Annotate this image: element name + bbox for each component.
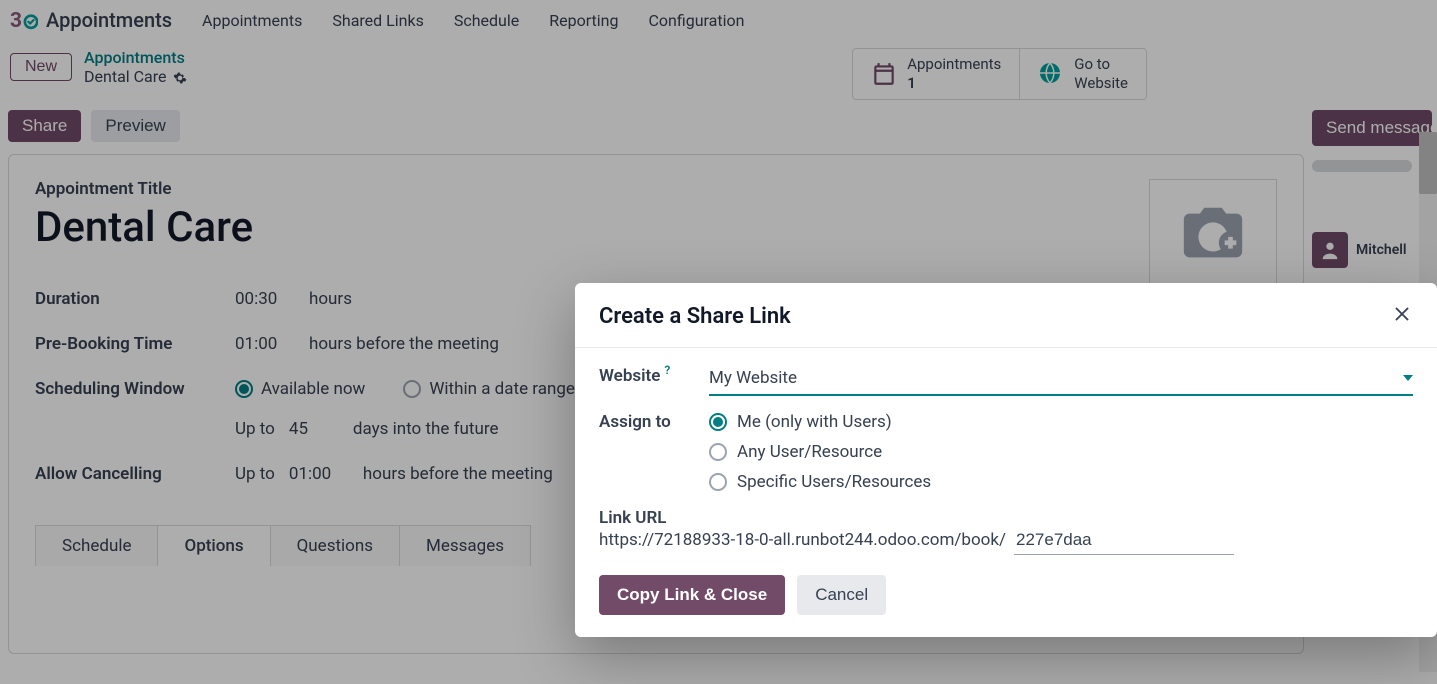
chevron-down-icon [1403, 375, 1413, 381]
radio-icon [709, 413, 727, 431]
assign-to-options: Me (only with Users) Any User/Resource S… [709, 412, 1413, 492]
radio-icon [709, 473, 727, 491]
website-select[interactable]: My Website [709, 366, 1413, 396]
share-link-modal: Create a Share Link Website ? My Website… [575, 283, 1437, 637]
cancel-button[interactable]: Cancel [797, 575, 886, 615]
link-url-slug-input[interactable] [1014, 530, 1234, 555]
help-icon[interactable]: ? [664, 363, 670, 377]
assign-opt-me[interactable]: Me (only with Users) [709, 412, 1413, 432]
modal-title: Create a Share Link [599, 304, 791, 329]
assign-opt-specific-label: Specific Users/Resources [737, 472, 931, 492]
link-url-label: Link URL [599, 508, 1413, 528]
website-label-text: Website [599, 366, 660, 386]
close-icon[interactable] [1391, 303, 1413, 329]
assign-opt-specific[interactable]: Specific Users/Resources [709, 472, 1413, 492]
assign-opt-any[interactable]: Any User/Resource [709, 442, 1413, 462]
link-url-section: Link URL https://72188933-18-0-all.runbo… [599, 508, 1413, 555]
radio-icon [709, 443, 727, 461]
website-value: My Website [709, 368, 797, 388]
website-label: Website ? [599, 366, 709, 386]
assign-to-label: Assign to [599, 412, 709, 432]
assign-opt-me-label: Me (only with Users) [737, 412, 892, 432]
assign-opt-any-label: Any User/Resource [737, 442, 882, 462]
link-url-base: https://72188933-18-0-all.runbot244.odoo… [599, 530, 1006, 550]
copy-link-close-button[interactable]: Copy Link & Close [599, 575, 785, 615]
